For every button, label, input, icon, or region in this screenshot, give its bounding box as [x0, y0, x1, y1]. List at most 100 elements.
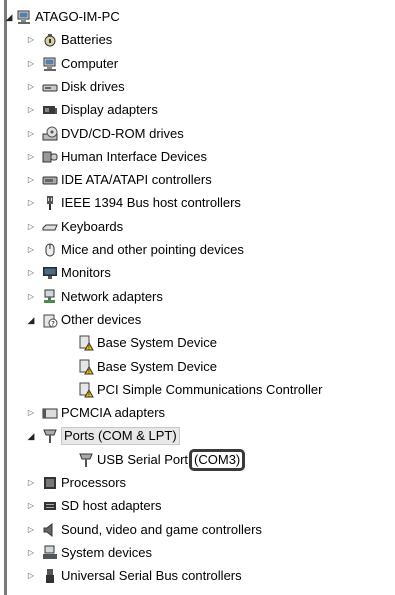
expand-arrow-icon[interactable]: ▷: [26, 402, 36, 424]
tree-category-network-adapters[interactable]: ▷ Network adapters: [0, 286, 395, 308]
tree-item-label: Base System Device: [97, 356, 217, 378]
tree-category-computer[interactable]: ▷ Computer: [0, 53, 395, 75]
computer-icon: [42, 56, 58, 72]
label-text: Display adapters: [61, 102, 158, 118]
expand-arrow-icon[interactable]: ▷: [26, 495, 36, 517]
label-text: Computer: [61, 55, 119, 71]
tree-category-display-adapters[interactable]: ▷ Display adapters: [0, 99, 395, 121]
collapse-arrow-icon[interactable]: ◢: [26, 309, 36, 331]
expand-arrow-icon[interactable]: ▷: [26, 286, 36, 308]
svg-text:!: !: [88, 368, 90, 375]
tree-item-label: Display adapters: [61, 99, 158, 121]
tree-item-label: System devices: [61, 542, 152, 564]
tree-category-batteries[interactable]: ▷ Batteries: [0, 29, 395, 51]
tree-category-universal-serial-bus-controllers[interactable]: ▷ Universal Serial Bus controllers: [0, 565, 395, 587]
expand-arrow-icon[interactable]: ▷: [26, 519, 36, 541]
tree-category-processors[interactable]: ▷ Processors: [0, 472, 395, 494]
label-text: Batteries: [61, 32, 113, 48]
expand-arrow-icon[interactable]: ▷: [26, 262, 36, 284]
label-text: System devices: [61, 544, 153, 560]
port-icon: [78, 452, 94, 468]
expand-arrow-icon[interactable]: ▷: [26, 146, 36, 168]
tree-item-label: Network adapters: [61, 286, 163, 308]
tree-category-sound-video-and-game-controllers[interactable]: ▷ Sound, video and game controllers: [0, 519, 395, 541]
tree-category-sd-host-adapters[interactable]: ▷ SD host adapters: [0, 495, 395, 517]
label-text: DVD/CD-ROM drives: [61, 125, 184, 141]
svg-text:!: !: [88, 345, 90, 352]
tree-category-dvd-cd-rom-drives[interactable]: ▷ DVD/CD-ROM drives: [0, 123, 395, 145]
tree-item-label: Processors: [61, 472, 126, 494]
system-device-icon: [42, 545, 58, 561]
tree-category-ide-ata-atapi-controllers[interactable]: ▷ IDE ATA/ATAPI controllers: [0, 169, 395, 191]
hid-icon: [42, 149, 58, 165]
monitor-icon: [42, 265, 58, 281]
ieee1394-icon: [42, 195, 58, 211]
tree-device-item[interactable]: ! Base System Device: [0, 356, 395, 378]
tree-item-label: IEEE 1394 Bus host controllers: [61, 192, 241, 214]
label-text: Monitors: [61, 265, 111, 281]
tree-item-label: Universal Serial Bus controllers: [61, 565, 242, 587]
expand-arrow-icon[interactable]: ▷: [26, 542, 36, 564]
unknown-device-warning-icon: !: [78, 359, 94, 375]
keyboard-icon: [42, 219, 58, 235]
expand-arrow-icon[interactable]: ▷: [26, 472, 36, 494]
label-text: Disk drives: [61, 78, 125, 94]
expand-arrow-icon[interactable]: ▷: [26, 76, 36, 98]
unknown-device-warning-icon: !: [78, 382, 94, 398]
tree-device-item[interactable]: USB Serial Port (COM3): [0, 448, 395, 471]
unknown-device-warning-icon: !: [78, 335, 94, 352]
label-text: PCMCIA adapters: [61, 405, 166, 421]
svg-text:?: ?: [51, 320, 55, 328]
expand-arrow-icon[interactable]: ▷: [26, 565, 36, 587]
expand-arrow-icon[interactable]: ▷: [26, 169, 36, 191]
tree-item-label: Sound, video and game controllers: [61, 519, 262, 541]
tree-device-item[interactable]: ! PCI Simple Communications Controller: [0, 379, 395, 401]
tree-category-ports-com-lpt[interactable]: ◢ Ports (COM & LPT): [0, 425, 395, 447]
expand-arrow-icon[interactable]: ▷: [26, 53, 36, 75]
tree-item-label: IDE ATA/ATAPI controllers: [61, 169, 212, 191]
tree-category-human-interface-devices[interactable]: ▷ Human Interface Devices: [0, 146, 395, 168]
computer-icon: [16, 9, 32, 25]
tree-category-monitors[interactable]: ▷ Monitors: [0, 262, 395, 284]
tree-item-label: Mice and other pointing devices: [61, 239, 244, 261]
expand-arrow-icon[interactable]: ▷: [26, 216, 36, 238]
tree-category-ieee-1394-bus-host-controllers[interactable]: ▷ IEEE 1394 Bus host controllers: [0, 192, 395, 214]
label-text: IDE ATA/ATAPI controllers: [61, 172, 212, 188]
port-icon: [42, 428, 58, 444]
tree-category-mice-and-other-pointing-devices[interactable]: ▷ Mice and other pointing devices: [0, 239, 395, 261]
tree-item-label: PCI Simple Communications Controller: [97, 379, 322, 401]
collapse-arrow-icon[interactable]: ◢: [4, 6, 14, 28]
expand-arrow-icon[interactable]: ▷: [26, 29, 36, 51]
tree-item-label: SD host adapters: [61, 495, 161, 517]
tree-item-label: Other devices: [61, 309, 141, 331]
tree-item-label: DVD/CD-ROM drives: [61, 123, 184, 145]
expand-arrow-icon[interactable]: ▷: [26, 99, 36, 121]
label-text: Network adapters: [61, 288, 163, 304]
usb-icon: [42, 568, 58, 584]
label-text: Sound, video and game controllers: [61, 521, 262, 537]
expand-arrow-icon[interactable]: ▷: [26, 239, 36, 261]
tree-item-label: USB Serial Port (COM3): [97, 448, 246, 471]
tree-category-disk-drives[interactable]: ▷ Disk drives: [0, 76, 395, 98]
tree-device-item[interactable]: ! Base System Device: [0, 332, 395, 354]
expand-arrow-icon[interactable]: ▷: [26, 123, 36, 145]
pcmcia-icon: [42, 405, 58, 421]
tree-category-pcmcia-adapters[interactable]: ▷ PCMCIA adapters: [0, 402, 395, 424]
label-text: Processors: [61, 475, 127, 490]
expand-arrow-icon[interactable]: ▷: [26, 192, 36, 214]
tree-category-keyboards[interactable]: ▷ Keyboards: [0, 216, 395, 238]
tree-root-computer[interactable]: ◢ ATAGO-IM-PC: [0, 6, 395, 28]
tree-category-other-devices[interactable]: ◢? Other devices: [0, 309, 395, 331]
label-text: Mice and other pointing devices: [61, 242, 244, 257]
device-tree: ◢ ATAGO-IM-PC ▷ Batteries ▷ Computer ▷ Disk dri…: [0, 0, 395, 595]
network-adapter-icon: [42, 289, 58, 305]
battery-icon: [42, 32, 58, 48]
tree-item-label: PCMCIA adapters: [61, 402, 165, 424]
tree-category-system-devices[interactable]: ▷ System devices: [0, 542, 395, 564]
label-text: Ports (COM & LPT): [61, 427, 180, 446]
disk-drive-icon: [42, 79, 58, 95]
mouse-icon: [42, 242, 58, 258]
com-port-highlight: (COM3): [189, 448, 246, 471]
collapse-arrow-icon[interactable]: ◢: [26, 425, 36, 447]
tree-item-label: Monitors: [61, 262, 111, 284]
